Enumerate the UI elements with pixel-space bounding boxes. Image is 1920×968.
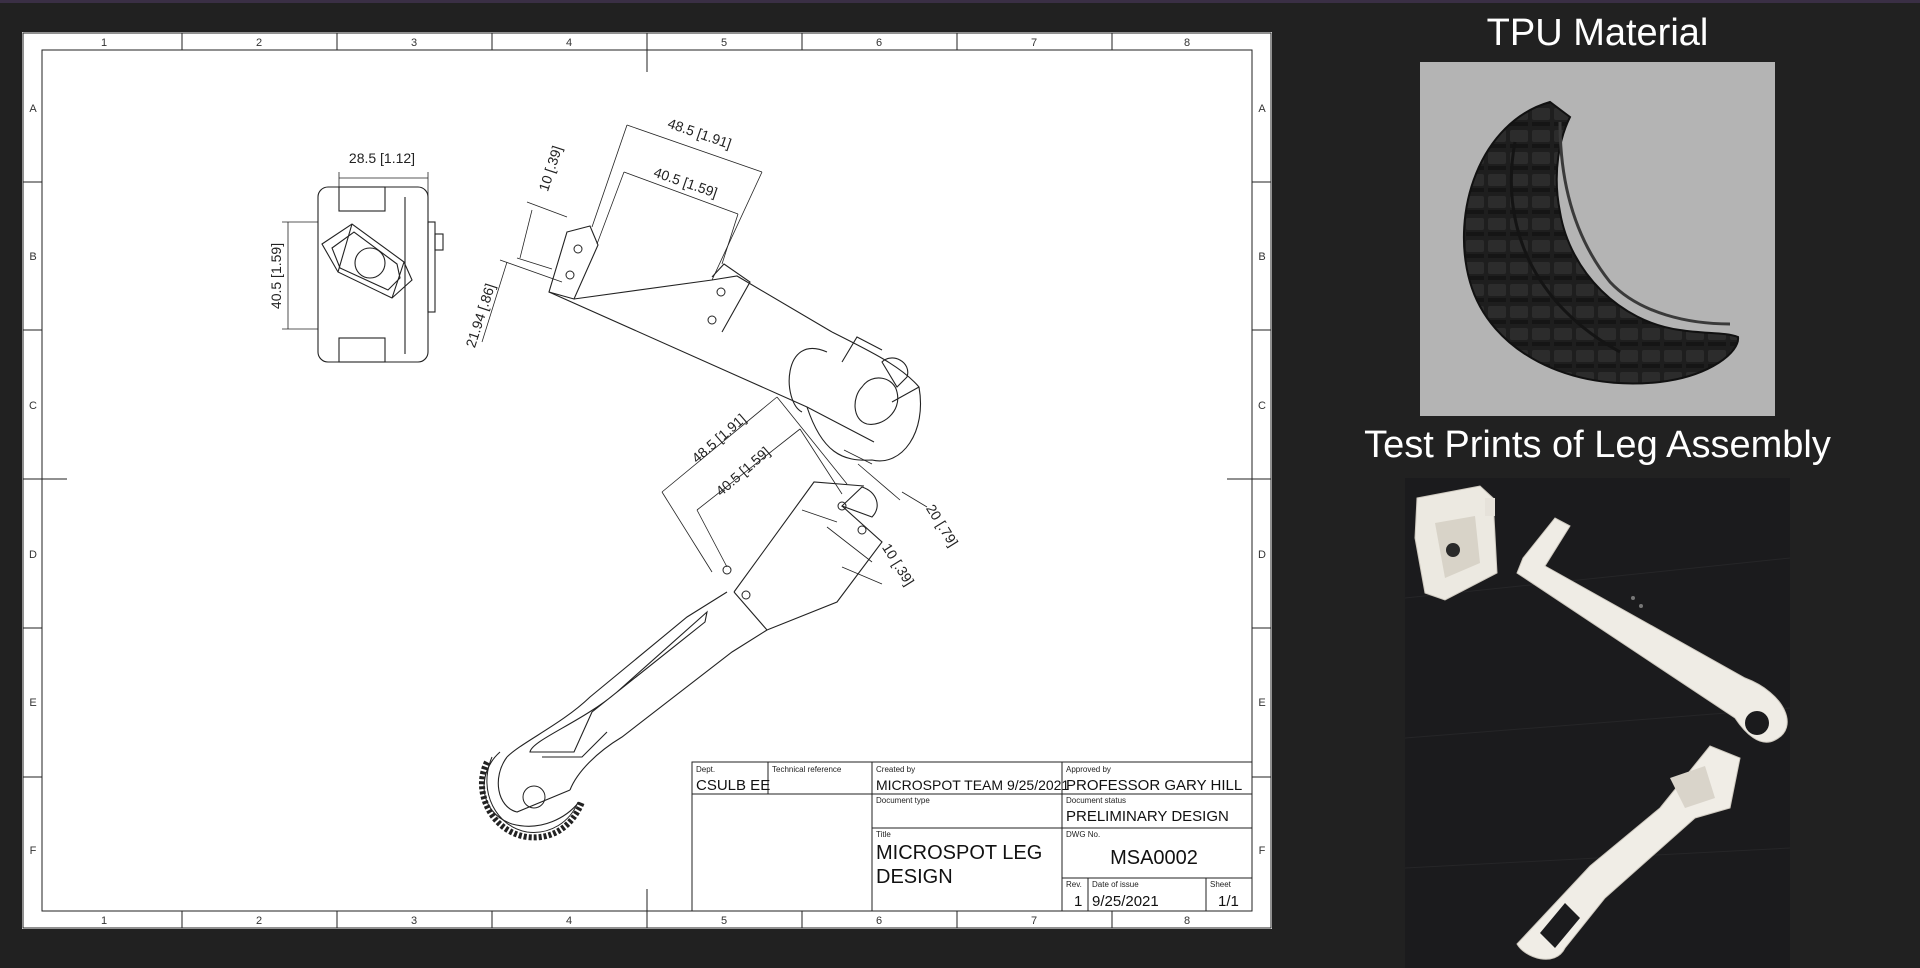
zone-letter: D: [1258, 549, 1266, 561]
zone-number: 2: [256, 915, 262, 927]
zone-number: 7: [1031, 915, 1037, 927]
zone-number: 3: [411, 37, 417, 49]
zone-letter: C: [1258, 400, 1266, 412]
tb-title-line2: DESIGN: [876, 866, 953, 888]
dim-top-view-width: 28.5 [1.12]: [349, 150, 415, 166]
zone-number: 7: [1031, 37, 1037, 49]
zone-number: 6: [876, 915, 882, 927]
zone-letter: E: [29, 697, 36, 709]
drawing-svg: 1 2 3 4 5 6 7 8 1 2 3 4 5 6 7 8 A B C D …: [22, 32, 1272, 929]
tb-dept: CSULB EE: [696, 777, 770, 794]
tb-approved-by: PROFESSOR GARY HILL: [1066, 777, 1242, 794]
test-prints-shapes: [1405, 478, 1790, 968]
tb-title-label: Title: [876, 830, 891, 839]
tpu-material-title: TPU Material: [1486, 12, 1709, 54]
tb-rev: 1: [1074, 893, 1082, 910]
tb-tech-ref-label: Technical reference: [772, 765, 842, 774]
zone-number: 4: [566, 37, 572, 49]
zone-letter: B: [29, 251, 36, 263]
test-prints-title: Test Prints of Leg Assembly: [1364, 424, 1831, 466]
zone-number: 5: [721, 915, 727, 927]
zone-letter: E: [1258, 697, 1265, 709]
zone-letter: A: [1258, 103, 1266, 115]
zone-number: 4: [566, 915, 572, 927]
zone-letter: F: [30, 845, 37, 857]
zone-number: 1: [101, 915, 107, 927]
tb-approved-by-label: Approved by: [1066, 765, 1111, 774]
tb-rev-label: Rev.: [1066, 880, 1082, 889]
zone-number: 6: [876, 37, 882, 49]
engineering-drawing-sheet: 1 2 3 4 5 6 7 8 1 2 3 4 5 6 7 8 A B C D …: [22, 32, 1272, 929]
top-accent-line: [0, 0, 1920, 3]
tb-sheet: 1/1: [1218, 893, 1239, 910]
tb-dwg-no-label: DWG No.: [1066, 830, 1100, 839]
zone-letter: F: [1259, 845, 1266, 857]
tb-dwg-no: MSA0002: [1110, 847, 1198, 869]
tpu-foot-render: [1420, 62, 1775, 416]
tpu-foot-shape: [1462, 100, 1740, 385]
tb-created-by-label: Created by: [876, 765, 915, 774]
zone-number: 5: [721, 37, 727, 49]
tb-doc-type-label: Document type: [876, 796, 930, 805]
zone-number: 2: [256, 37, 262, 49]
zone-letter: B: [1258, 251, 1265, 263]
tb-date: 9/25/2021: [1092, 893, 1159, 910]
zone-number: 3: [411, 915, 417, 927]
zone-number: 1: [101, 37, 107, 49]
zone-letter: D: [29, 549, 37, 561]
zone-letter: C: [29, 400, 37, 412]
zone-number: 8: [1184, 37, 1190, 49]
tb-doc-status: PRELIMINARY DESIGN: [1066, 808, 1229, 825]
test-prints-photo: [1405, 478, 1790, 968]
tb-title-line1: MICROSPOT LEG: [876, 842, 1042, 864]
zone-letter: A: [29, 103, 37, 115]
dim-top-view-height: 40.5 [1.59]: [268, 243, 284, 309]
tb-dept-label: Dept.: [696, 765, 715, 774]
tb-doc-status-label: Document status: [1066, 796, 1126, 805]
tb-date-label: Date of issue: [1092, 880, 1139, 889]
tb-created-by: MICROSPOT TEAM 9/25/2021: [876, 777, 1069, 793]
zone-number: 8: [1184, 915, 1190, 927]
tb-sheet-label: Sheet: [1210, 880, 1232, 889]
